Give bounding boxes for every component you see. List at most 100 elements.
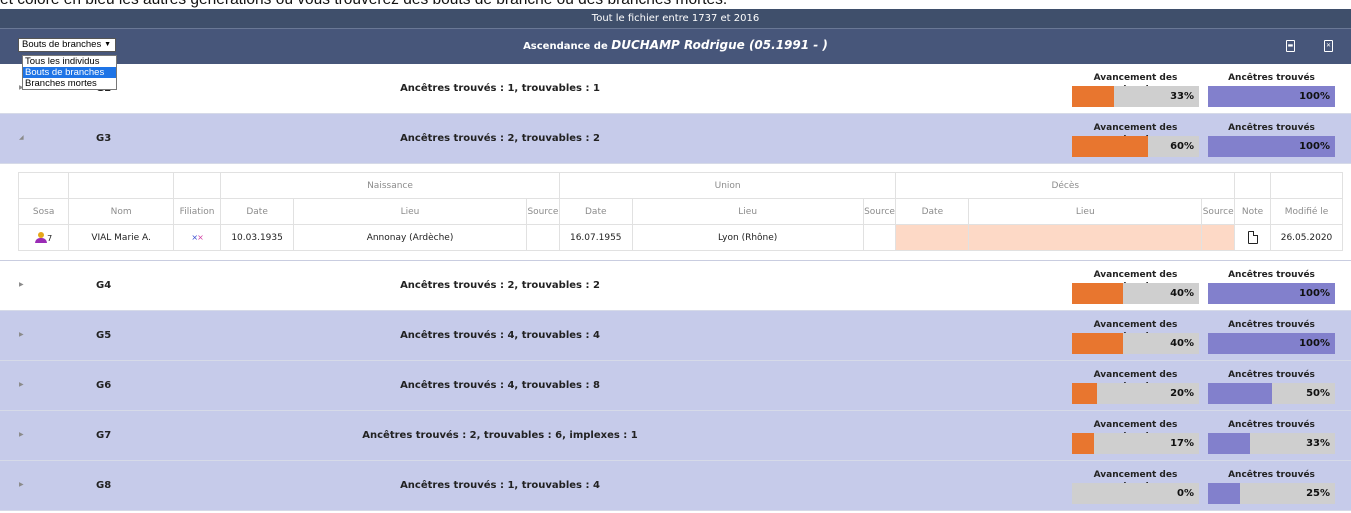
ancestors-found-bar: 50% — [1208, 383, 1335, 404]
branch-filter-select[interactable]: Bouts de branches ▼ — [18, 38, 116, 52]
ancestors-found-percent: 100% — [1299, 288, 1330, 299]
research-progress-bar: 60% — [1072, 136, 1199, 157]
research-progress-bar: 33% — [1072, 86, 1199, 107]
research-progress: Avancement des recherches40% — [1072, 269, 1199, 304]
generation-row-g2[interactable]: ▶G2Ancêtres trouvés : 1, trouvables : 1A… — [0, 64, 1351, 114]
column-group-naissance: Naissance — [220, 172, 560, 199]
research-progress: Avancement des recherches33% — [1072, 72, 1199, 107]
ancestors-found-label: Ancêtres trouvés — [1228, 370, 1315, 380]
generation-row-g6[interactable]: ▶ G6 Ancêtres trouvés : 4, trouvables : 8A… — [0, 361, 1351, 411]
cell-union-date: 16.07.1955 — [558, 224, 633, 251]
research-progress-bar: 20% — [1072, 383, 1199, 404]
pdf-file-icon[interactable]: ▬ — [1286, 40, 1295, 52]
generation-row-g4[interactable]: ▶ G4 Ancêtres trouvés : 2, trouvables : 2A… — [0, 261, 1351, 311]
column-note[interactable]: Note — [1234, 198, 1272, 225]
filter-option-all[interactable]: Tous les individus — [23, 56, 116, 67]
ancestors-found-bar: 25% — [1208, 483, 1335, 504]
column-death-date[interactable]: Date — [895, 198, 970, 225]
ancestors-found-percent: 50% — [1306, 388, 1330, 399]
person-icon-body — [35, 238, 48, 243]
title-prefix: Ascendance de — [523, 41, 608, 52]
research-progress-fill — [1072, 136, 1149, 157]
generation-summary: Ancêtres trouvés : 2, trouvables : 2 — [400, 133, 600, 144]
filter-option-dead-branches[interactable]: Branches mortes — [23, 78, 116, 89]
column-union-date[interactable]: Date — [558, 198, 633, 225]
research-progress-label: Avancement des recherches — [1093, 470, 1178, 492]
ancestors-found-bar: 100% — [1208, 333, 1335, 354]
generation-detail-g3: Naissance Union Décès Sosa Nom Filiation Date L… — [0, 164, 1351, 261]
research-progress-percent: 60% — [1170, 141, 1194, 152]
column-birth-source[interactable]: Source — [526, 198, 560, 225]
branch-filter-dropdown: Tous les individus Bouts de branches Bra… — [22, 55, 117, 90]
period-bar: Tout le fichier entre 1737 et 2016 — [0, 9, 1351, 29]
header-spacer — [1234, 172, 1272, 199]
research-progress-label: Avancement des recherches — [1093, 123, 1178, 145]
cell-death-place — [968, 224, 1203, 251]
research-progress-label: Avancement des recherches — [1093, 420, 1178, 442]
ancestors-found-percent: 100% — [1299, 141, 1330, 152]
research-progress: Avancement des recherches20% — [1072, 369, 1199, 404]
excel-file-icon[interactable]: ✕ — [1324, 40, 1333, 52]
ancestors-found-bar: 33% — [1208, 433, 1335, 454]
cell-death-source — [1201, 224, 1236, 251]
filter-option-branch-ends[interactable]: Bouts de branches — [23, 67, 116, 78]
generation-summary: Ancêtres trouvés : 4, trouvables : 4 — [400, 330, 600, 341]
filiation-icon[interactable]: ×× — [191, 233, 203, 242]
column-death-place[interactable]: Lieu — [968, 198, 1203, 225]
ancestors-found-label: Ancêtres trouvés — [1228, 123, 1315, 133]
note-icon[interactable] — [1247, 231, 1258, 244]
intro-text: et colore en bleu les autres générations… — [0, 0, 1351, 9]
cell-birth-source — [526, 224, 560, 251]
page-title: Ascendance de DUCHAMP Rodrigue (05.1991 … — [0, 29, 1351, 63]
research-progress-bar: 40% — [1072, 333, 1199, 354]
column-death-source[interactable]: Source — [1201, 198, 1236, 225]
ancestors-found-percent: 25% — [1306, 488, 1330, 499]
research-progress-percent: 40% — [1170, 288, 1194, 299]
generation-row-g8[interactable]: ▶ G8 Ancêtres trouvés : 1, trouvables : 4A… — [0, 461, 1351, 511]
column-union-place[interactable]: Lieu — [631, 198, 864, 225]
column-group-deces: Décès — [895, 172, 1236, 199]
column-filiation[interactable]: Filiation — [172, 198, 222, 225]
research-progress: Avancement des recherches0% — [1072, 469, 1199, 504]
ancestors-found-fill — [1208, 383, 1272, 404]
generation-summary: Ancêtres trouvés : 1, trouvables : 1 — [400, 83, 600, 94]
research-progress-label: Avancement des recherches — [1093, 73, 1178, 95]
research-progress-label: Avancement des recherches — [1093, 320, 1178, 342]
ancestors-found: Ancêtres trouvés 100% — [1208, 319, 1335, 354]
cell-sosa: 7 — [17, 224, 70, 251]
column-union-source[interactable]: Source — [862, 198, 897, 225]
research-progress-fill — [1072, 283, 1123, 304]
column-birth-place[interactable]: Lieu — [293, 198, 527, 225]
ancestors-found: Ancêtres trouvés 25% — [1208, 469, 1335, 504]
ancestors-found: Ancêtres trouvés 100% — [1208, 122, 1335, 157]
column-modified[interactable]: Modifié le — [1270, 198, 1343, 225]
research-progress-percent: 0% — [1177, 488, 1194, 499]
generation-row-g7[interactable]: ▶ G7 Ancêtres trouvés : 2, trouvables : 6,… — [0, 411, 1351, 461]
generation-summary: Ancêtres trouvés : 2, trouvables : 2 — [400, 280, 600, 291]
generation-row-g5[interactable]: ▶ G5 Ancêtres trouvés : 4, trouvables : 4A… — [0, 311, 1351, 361]
sosa-number: 7 — [47, 234, 53, 243]
ancestors-found-bar: 100% — [1208, 283, 1335, 304]
individuals-table: Naissance Union Décès Sosa Nom Filiation Date L… — [17, 172, 1343, 251]
column-sosa[interactable]: Sosa — [17, 198, 70, 225]
cell-name[interactable]: VIAL Marie A. — [68, 224, 174, 251]
ancestors-found-label: Ancêtres trouvés — [1228, 73, 1315, 83]
column-birth-date[interactable]: Date — [220, 198, 295, 225]
research-progress-percent: 33% — [1170, 91, 1194, 102]
ancestors-found: Ancêtres trouvés 33% — [1208, 419, 1335, 454]
ancestors-found-percent: 100% — [1299, 91, 1330, 102]
research-progress-fill — [1072, 86, 1114, 107]
cell-union-place: Lyon (Rhône) — [631, 224, 864, 251]
table-row[interactable]: 7 VIAL Marie A. ×× 10.03.1935 Annonay (Ardèc… — [17, 224, 1343, 251]
ancestors-found-bar: 100% — [1208, 136, 1335, 157]
generation-summary: Ancêtres trouvés : 4, trouvables : 8 — [400, 380, 600, 391]
column-nom[interactable]: Nom — [68, 198, 174, 225]
branch-filter-value: Bouts de branches — [22, 39, 102, 50]
chevron-down-icon: ▼ — [104, 41, 111, 48]
research-progress-fill — [1072, 383, 1098, 404]
title-person-name: DUCHAMP Rodrigue (05.1991 - ) — [611, 38, 828, 52]
cell-birth-date: 10.03.1935 — [220, 224, 295, 251]
ancestors-found-percent: 100% — [1299, 338, 1330, 349]
header-spacer — [68, 172, 174, 199]
generation-row-g3[interactable]: ◢ G3 Ancêtres trouvés : 2, trouvables : 2A… — [0, 114, 1351, 164]
